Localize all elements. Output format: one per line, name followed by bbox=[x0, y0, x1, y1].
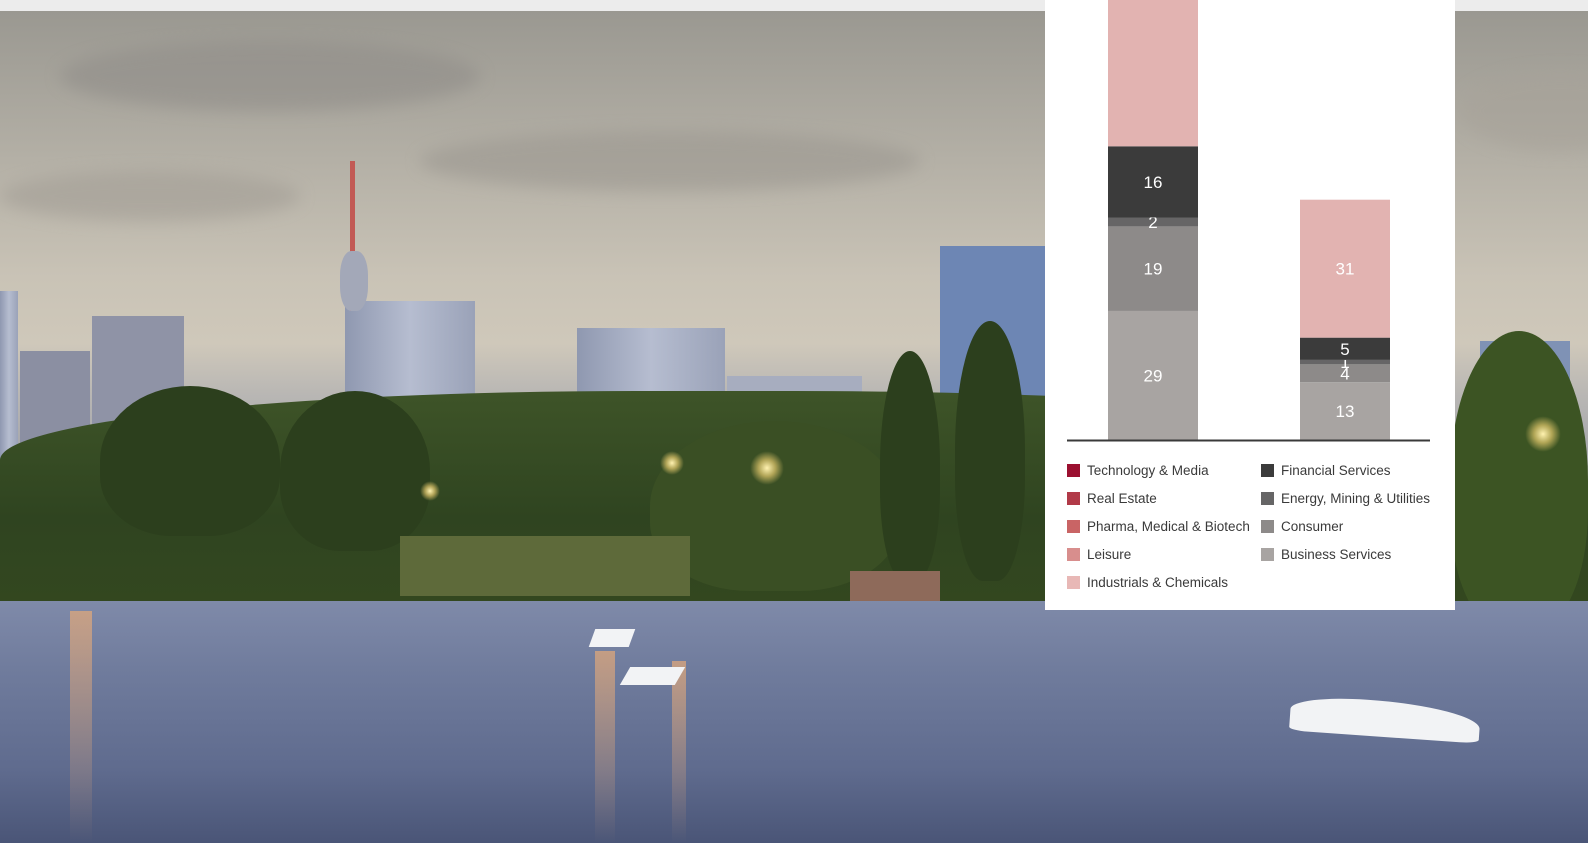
chart-legend: Technology & Media Financial Services Real… bbox=[1067, 462, 1447, 591]
chart-card: 29 19 2 16 13 4 1 5 31 Technology & Media Financi… bbox=[1045, 0, 1455, 610]
legend-item bbox=[1261, 574, 1447, 591]
data-label: 13 bbox=[1336, 402, 1355, 421]
legend-label: Financial Services bbox=[1281, 463, 1391, 478]
stacked-bar-chart: 29192161341531 bbox=[1067, 0, 1430, 442]
data-label: 5 bbox=[1340, 340, 1349, 359]
legend-item: Consumer bbox=[1261, 518, 1447, 535]
legend-item: Real Estate bbox=[1067, 490, 1261, 507]
legend-swatch bbox=[1261, 520, 1274, 533]
data-label: 16 bbox=[1144, 173, 1163, 192]
legend-label: Industrials & Chemicals bbox=[1087, 575, 1229, 590]
legend-label: Technology & Media bbox=[1087, 463, 1209, 478]
legend-swatch bbox=[1261, 492, 1274, 505]
legend-label: Energy, Mining & Utilities bbox=[1281, 491, 1431, 506]
bar-segment bbox=[1108, 0, 1198, 147]
legend-swatch bbox=[1067, 464, 1080, 477]
legend-item: Technology & Media bbox=[1067, 462, 1261, 479]
legend-item: Business Services bbox=[1261, 546, 1447, 563]
legend-swatch bbox=[1067, 548, 1080, 561]
data-label: 29 bbox=[1144, 366, 1163, 385]
legend-item: Leisure bbox=[1067, 546, 1261, 563]
legend-item: Industrials & Chemicals bbox=[1067, 574, 1261, 591]
legend-label: Leisure bbox=[1087, 547, 1132, 562]
data-label: 31 bbox=[1336, 260, 1355, 279]
legend-swatch bbox=[1067, 520, 1080, 533]
legend-item: Financial Services bbox=[1261, 462, 1447, 479]
legend-item: Pharma, Medical & Biotech bbox=[1067, 518, 1261, 535]
legend-label: Business Services bbox=[1281, 547, 1392, 562]
legend-label: Consumer bbox=[1281, 519, 1344, 534]
data-label: 19 bbox=[1144, 260, 1163, 279]
legend-swatch bbox=[1261, 548, 1274, 561]
legend-item: Energy, Mining & Utilities bbox=[1261, 490, 1447, 507]
legend-swatch bbox=[1067, 492, 1080, 505]
legend-label: Real Estate bbox=[1087, 491, 1157, 506]
legend-label: Pharma, Medical & Biotech bbox=[1087, 519, 1250, 534]
legend-swatch bbox=[1261, 464, 1274, 477]
legend-swatch bbox=[1067, 576, 1080, 589]
